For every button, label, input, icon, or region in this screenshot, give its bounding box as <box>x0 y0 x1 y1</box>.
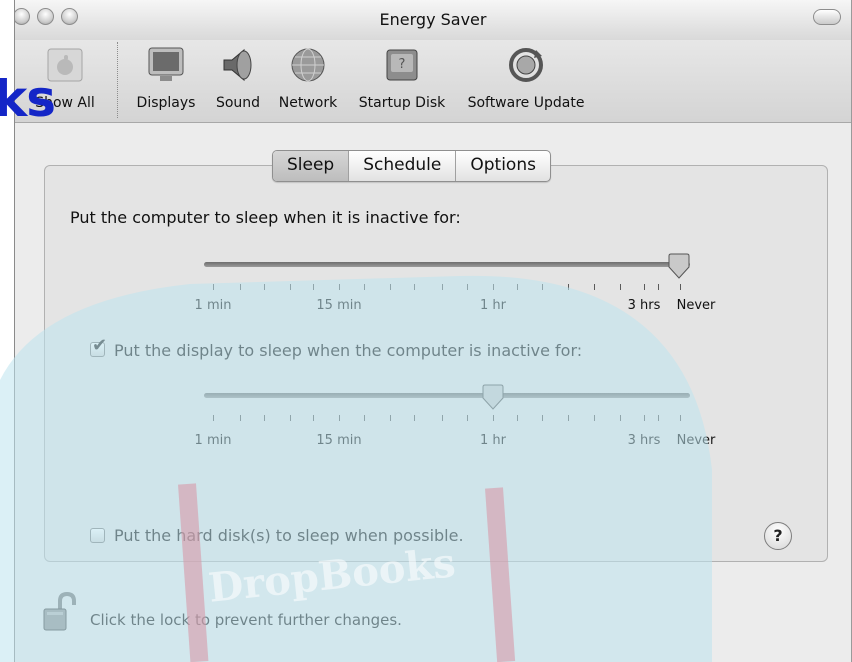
slider-tick <box>339 415 340 421</box>
toolbar-network-label: Network <box>278 95 338 111</box>
slider-tick <box>264 284 265 290</box>
slider-tick <box>644 415 645 421</box>
slider-tick <box>644 284 645 290</box>
slider-tick <box>467 284 468 290</box>
slider-tick <box>594 284 595 290</box>
slider-tick <box>620 284 621 290</box>
slider-tick <box>542 284 543 290</box>
scale-label-3hrs: 3 hrs <box>627 433 661 448</box>
toolbar-startup-disk-label: Startup Disk <box>358 95 446 111</box>
svg-text:?: ? <box>399 57 406 72</box>
lock-text: Click the lock to prevent further change… <box>90 611 402 629</box>
tab-bar: Sleep Schedule Options <box>272 150 551 182</box>
slider-tick <box>680 415 681 421</box>
computer-sleep-slider-track[interactable] <box>204 262 690 267</box>
scale-label-3hrs: 3 hrs <box>627 298 661 313</box>
display-sleep-slider-thumb[interactable] <box>481 384 505 410</box>
checkmark-icon: ✔ <box>92 335 108 356</box>
slider-tick <box>414 415 415 421</box>
scale-label-15min: 15 min <box>316 433 362 448</box>
display-icon <box>148 47 184 81</box>
slider-tick <box>213 415 214 421</box>
slider-tick <box>414 284 415 290</box>
tab-options[interactable]: Options <box>456 151 550 181</box>
slider-tick <box>364 284 365 290</box>
slider-tick <box>467 415 468 421</box>
unlocked-padlock-icon[interactable] <box>42 592 76 632</box>
toolbar-displays-label: Displays <box>136 95 196 111</box>
slider-tick <box>364 415 365 421</box>
toolbar-startup-disk[interactable]: ? Startup Disk <box>351 40 453 122</box>
slider-tick <box>594 415 595 421</box>
toolbar-separator <box>117 42 118 118</box>
toolbar-sound-label: Sound <box>215 95 261 111</box>
scale-label-1min: 1 min <box>194 433 232 448</box>
display-sleep-label: Put the display to sleep when the comput… <box>114 341 583 360</box>
scale-label-1hr: 1 hr <box>480 433 506 448</box>
toolbar-toggle-button[interactable] <box>813 9 841 25</box>
slider-tick <box>313 415 314 421</box>
toolbar: Show All Displays Sound Network ? Startu… <box>15 40 851 123</box>
toolbar-software-update-label: Software Update <box>467 95 585 111</box>
window-title: Energy Saver <box>379 10 487 29</box>
slider-tick <box>680 284 681 290</box>
help-button[interactable]: ? <box>764 522 792 550</box>
slider-tick <box>517 284 518 290</box>
slider-tick <box>442 415 443 421</box>
scale-label-1hr: 1 hr <box>480 298 506 313</box>
tab-schedule[interactable]: Schedule <box>349 151 457 181</box>
slider-tick <box>568 415 569 421</box>
slider-tick <box>290 415 291 421</box>
slider-tick <box>658 284 659 290</box>
slider-tick <box>542 415 543 421</box>
hard-disk-sleep-checkbox[interactable] <box>90 528 105 543</box>
slider-tick <box>264 415 265 421</box>
scale-label-15min: 15 min <box>316 298 362 313</box>
slider-tick <box>442 284 443 290</box>
slider-tick <box>658 415 659 421</box>
slider-tick <box>390 415 391 421</box>
slider-tick <box>339 284 340 290</box>
globe-icon <box>291 48 325 82</box>
display-sleep-slider-track[interactable] <box>204 393 690 398</box>
slider-tick <box>620 415 621 421</box>
toolbar-sound[interactable]: Sound <box>207 40 269 122</box>
hard-disk-sleep-label: Put the hard disk(s) to sleep when possi… <box>114 526 464 545</box>
toolbar-software-update[interactable]: Software Update <box>461 40 591 122</box>
scale-label-1min: 1 min <box>194 298 232 313</box>
scale-label-never: Never <box>676 298 716 313</box>
title-bar: Energy Saver <box>15 0 851 41</box>
slider-tick <box>290 284 291 290</box>
slider-tick <box>313 284 314 290</box>
slider-tick <box>517 415 518 421</box>
toolbar-network[interactable]: Network <box>273 40 343 122</box>
hard-disk-icon: ? <box>386 49 418 81</box>
slider-tick <box>390 284 391 290</box>
slider-tick <box>493 415 494 421</box>
tab-sleep[interactable]: Sleep <box>273 151 350 181</box>
slider-tick <box>213 284 214 290</box>
scale-label-never: Never <box>676 433 716 448</box>
computer-sleep-label: Put the computer to sleep when it is ina… <box>70 208 461 227</box>
computer-sleep-slider-thumb[interactable] <box>667 253 691 279</box>
display-sleep-checkbox[interactable]: ✔ <box>90 337 107 357</box>
toolbar-displays[interactable]: Displays <box>131 40 201 122</box>
software-update-icon <box>509 48 543 82</box>
slider-tick <box>240 415 241 421</box>
slider-tick <box>493 284 494 290</box>
slider-tick <box>240 284 241 290</box>
watermark-text: ks <box>0 70 56 128</box>
slider-tick <box>568 284 569 290</box>
speaker-icon <box>223 48 252 82</box>
